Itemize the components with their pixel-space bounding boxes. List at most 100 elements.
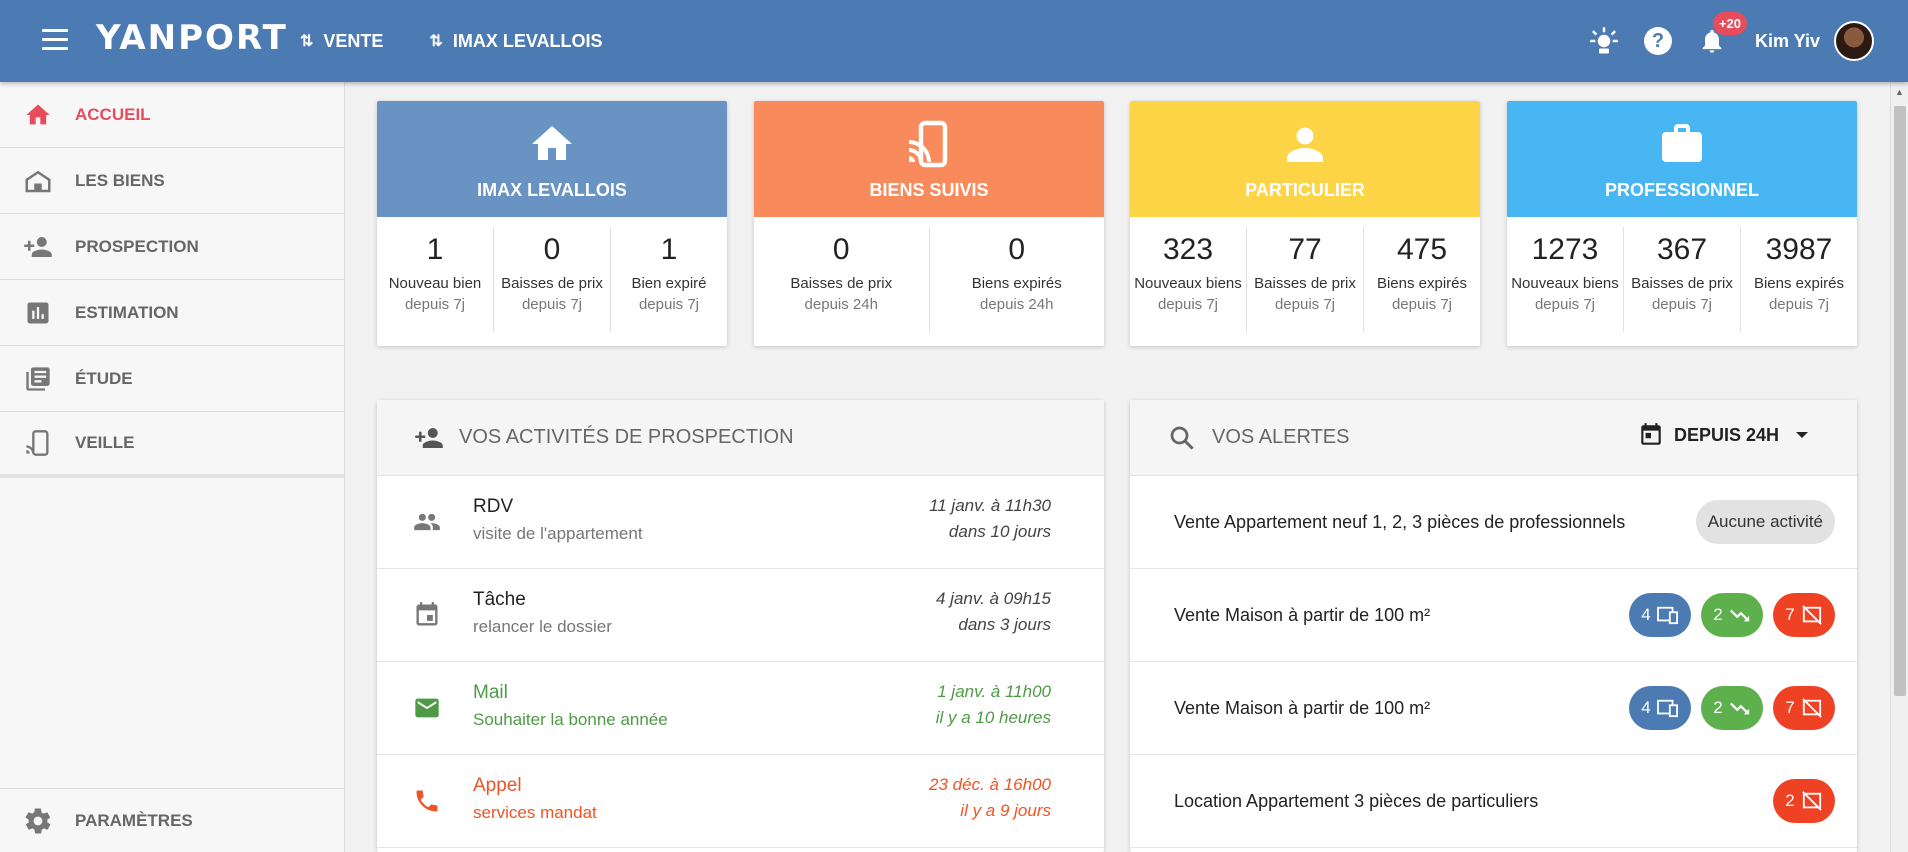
nav-agency-button[interactable]: ⇅ IMAX LEVALLOIS [429, 31, 602, 52]
sidebar-item-prospection[interactable]: PROSPECTION [0, 214, 344, 280]
alert-chips: 4 2 7 [1619, 686, 1835, 730]
stat-new[interactable]: 323 Nouveaux biens depuis 7j [1130, 227, 1247, 332]
sidebar-item-label: ESTIMATION [75, 302, 179, 322]
sidebar-item-estimation[interactable]: ESTIMATION [0, 280, 344, 346]
activity-row-mail[interactable]: Mail Souhaiter la bonne année 1 janv. à … [377, 662, 1104, 755]
activity-row-rdv[interactable]: RDV visite de l'appartement 11 janv. à 1… [377, 476, 1104, 569]
cast-icon [20, 425, 56, 461]
stat-period: depuis 7j [1651, 296, 1713, 313]
no-activity-chip[interactable]: Aucune activité [1695, 500, 1835, 544]
activity-row-call[interactable]: Appel services mandat 23 déc. à 16h00 il… [377, 755, 1104, 848]
stat-new[interactable]: 1273 Nouveaux biens depuis 7j [1507, 227, 1624, 332]
card-header: IMAX LEVALLOIS [377, 101, 727, 217]
sidebar-item-etude[interactable]: ÉTUDE [0, 346, 344, 412]
new-listings-chip[interactable]: 4 [1629, 686, 1691, 730]
activities-title: VOS ACTIVITÉS DE PROSPECTION [459, 426, 794, 448]
card-stats: 1273 Nouveaux biens depuis 7j 367 Baisses d… [1507, 217, 1857, 346]
period-select[interactable]: DEPUIS 24H [1638, 422, 1809, 448]
search-icon [1166, 422, 1198, 454]
stat-drops[interactable]: 0 Baisses de prix depuis 24h [754, 227, 930, 332]
new-listings-chip[interactable]: 4 [1629, 593, 1691, 637]
stat-period: depuis 24h [980, 296, 1054, 313]
expired-chip[interactable]: 2 [1773, 779, 1835, 823]
stat-period: depuis 7j [638, 296, 700, 313]
activity-desc: visite de l'appartement [473, 524, 643, 543]
menu-icon[interactable] [42, 29, 68, 51]
nav-vente-button[interactable]: ⇅ VENTE [300, 31, 383, 52]
expired-chip[interactable]: 7 [1773, 593, 1835, 637]
alert-chips: 4 2 7 [1619, 593, 1835, 637]
sidebar-item-label: ÉTUDE [75, 368, 133, 388]
stat-expired[interactable]: 0 Biens expirés depuis 24h [930, 227, 1105, 332]
alert-row[interactable]: Vente Appartement neuf 1, 2, 3 pièces de… [1130, 476, 1857, 569]
top-nav: ⇅ VENTE ⇅ IMAX LEVALLOIS [300, 0, 649, 82]
chip-count: 2 [1785, 791, 1795, 810]
price-drops-chip[interactable]: 2 [1701, 686, 1763, 730]
stat-expired[interactable]: 3987 Biens expirés depuis 7j [1741, 227, 1857, 332]
stat-value: 367 [1656, 233, 1708, 266]
trending-down-icon [1729, 702, 1749, 715]
stat-drops[interactable]: 77 Baisses de prix depuis 7j [1247, 227, 1364, 332]
alert-row[interactable]: Location Appartement 3 pièces de particu… [1130, 755, 1857, 848]
stat-label: Nouveaux biens [1511, 275, 1619, 292]
card-header: BIENS SUIVIS [754, 101, 1104, 217]
stat-value: 475 [1396, 233, 1448, 266]
stat-value: 1273 [1531, 233, 1599, 266]
user-name[interactable]: Kim Yiv [1755, 31, 1820, 52]
card-header: PARTICULIER [1130, 101, 1480, 217]
devices-icon [1656, 699, 1678, 718]
sidebar-item-veille[interactable]: VEILLE [0, 412, 344, 478]
stat-value: 1 [426, 233, 444, 266]
card-agency[interactable]: IMAX LEVALLOIS 1 Nouveau bien depuis 7j 0 B… [377, 101, 727, 346]
stat-new[interactable]: 1 Nouveau bien depuis 7j [377, 227, 494, 332]
brand-name: YANPORT [96, 18, 288, 58]
stat-drops[interactable]: 0 Baisses de prix depuis 7j [494, 227, 611, 332]
stat-period: depuis 7j [1274, 296, 1336, 313]
chip-count: 2 [1713, 605, 1723, 624]
activity-relative: dans 10 jours [948, 522, 1051, 541]
alert-row[interactable]: Vente Maison à partir de 100 m² 4 2 7 [1130, 569, 1857, 662]
chevron-down-icon [1796, 432, 1808, 438]
card-professional[interactable]: PROFESSIONNEL 1273 Nouveaux biens depuis 7… [1507, 101, 1857, 346]
sidebar-item-accueil[interactable]: ACCUEIL [0, 82, 344, 148]
stat-label: Baisses de prix [1631, 275, 1733, 292]
activity-desc: services mandat [473, 803, 597, 822]
activities-panel: VOS ACTIVITÉS DE PROSPECTION RDV visite … [377, 400, 1104, 852]
stat-expired[interactable]: 475 Biens expirés depuis 7j [1364, 227, 1480, 332]
alert-row[interactable]: Vente Maison à partir de 100 m² 4 2 7 [1130, 662, 1857, 755]
brand-logo[interactable]: YANPORT [96, 18, 288, 58]
stat-label: Nouveau bien [388, 275, 482, 292]
card-private[interactable]: PARTICULIER 323 Nouveaux biens depuis 7j 7… [1130, 101, 1480, 346]
stat-label: Bien expiré [631, 275, 707, 292]
page-scrollbar[interactable]: ▲ [1890, 82, 1908, 852]
alert-chips: 2 [1763, 779, 1835, 823]
lightbulb-icon[interactable] [1587, 24, 1621, 58]
stat-drops[interactable]: 367 Baisses de prix depuis 7j [1624, 227, 1741, 332]
card-title: BIENS SUIVIS [869, 180, 989, 200]
activity-row-task[interactable]: Tâche relancer le dossier 4 janv. à 09h1… [377, 569, 1104, 662]
help-icon[interactable]: ? [1641, 24, 1675, 58]
card-header: PROFESSIONNEL [1507, 101, 1857, 217]
card-followed[interactable]: BIENS SUIVIS 0 Baisses de prix depuis 24h … [754, 101, 1104, 346]
price-drops-chip[interactable]: 2 [1701, 593, 1763, 637]
scroll-up-arrow[interactable]: ▲ [1891, 82, 1908, 102]
stat-value: 0 [543, 233, 561, 266]
scroll-thumb[interactable] [1894, 106, 1906, 696]
sidebar-item-parametres[interactable]: PARAMÈTRES [0, 788, 344, 852]
activity-date: 4 janv. à 09h15 [936, 589, 1051, 608]
avatar[interactable] [1834, 21, 1874, 61]
chip-count: 4 [1641, 605, 1651, 624]
stat-label: Biens expirés [1376, 275, 1468, 292]
stat-expired[interactable]: 1 Bien expiré depuis 7j [611, 227, 727, 332]
chip-count: 7 [1785, 605, 1795, 624]
sidebar-item-les-biens[interactable]: LES BIENS [0, 148, 344, 214]
calendar-icon [411, 599, 443, 631]
gear-icon [20, 803, 56, 839]
mail-icon [411, 692, 443, 724]
notifications-button[interactable]: +20 [1695, 12, 1748, 58]
expired-chip[interactable]: 7 [1773, 686, 1835, 730]
nav-vente-label: VENTE [323, 30, 384, 51]
card-stats: 323 Nouveaux biens depuis 7j 77 Baisses de … [1130, 217, 1480, 346]
expired-listing-icon [1802, 791, 1822, 811]
sidebar-item-label: VEILLE [75, 433, 135, 452]
